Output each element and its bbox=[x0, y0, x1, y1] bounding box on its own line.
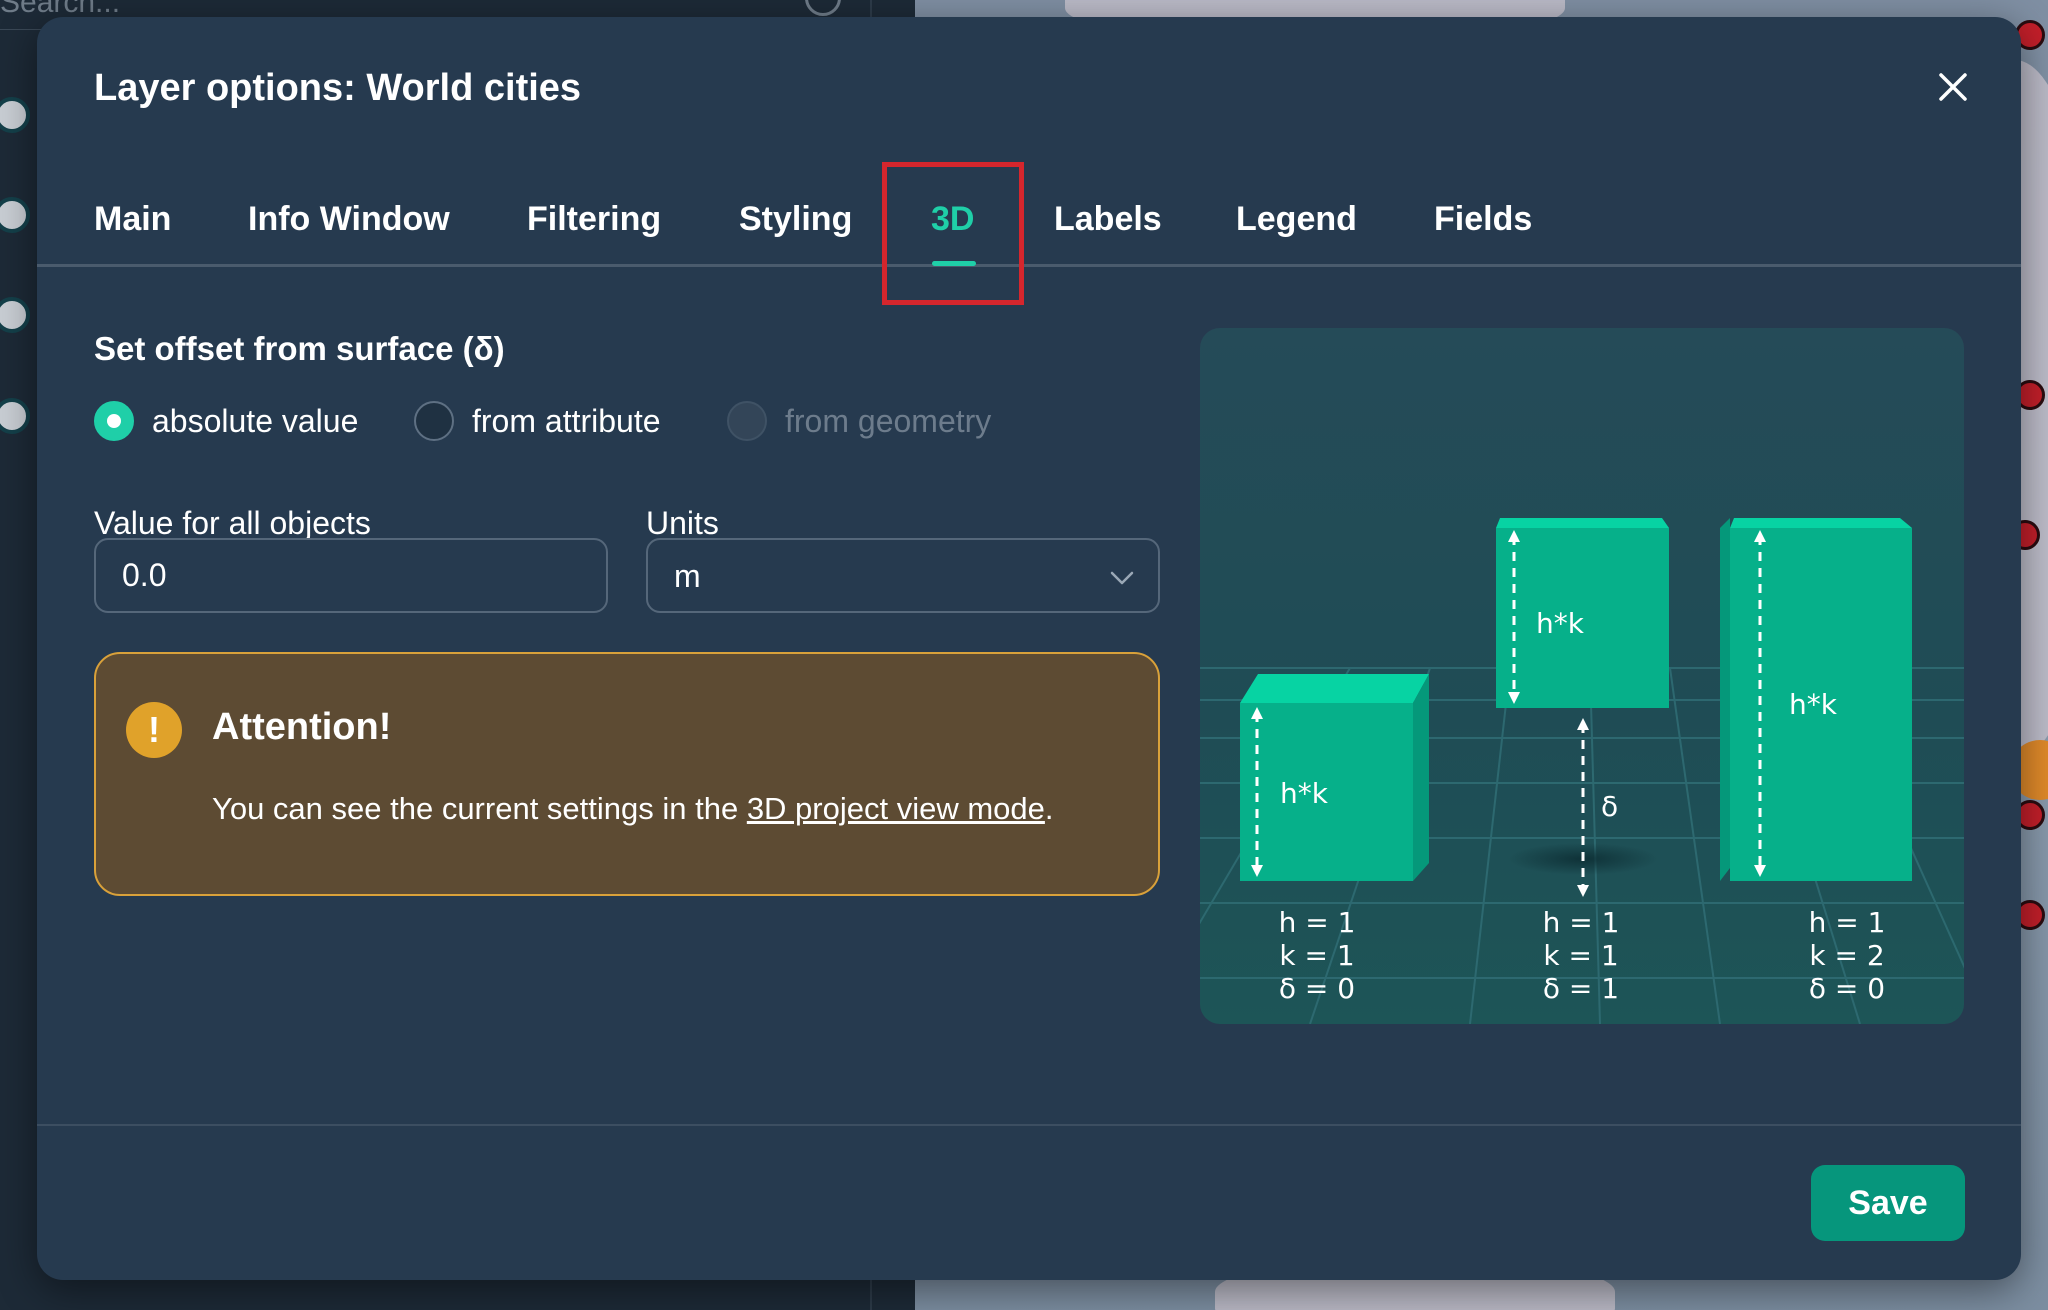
col-1-k: k = 1 bbox=[1279, 939, 1354, 972]
col-2-delta: δ = 1 bbox=[1543, 972, 1619, 1005]
bar-2 bbox=[1496, 518, 1669, 897]
tab-info-window[interactable]: Info Window bbox=[248, 200, 450, 239]
search-icon bbox=[805, 0, 841, 16]
tab-filtering[interactable]: Filtering bbox=[527, 200, 661, 239]
offset-label: δ bbox=[1601, 790, 1618, 823]
chevron-down-icon bbox=[1110, 571, 1134, 585]
attention-alert: ! Attention! You can see the current set… bbox=[94, 652, 1160, 896]
alert-message: You can see the current settings in the … bbox=[212, 782, 1092, 835]
bar-2-label: h*k bbox=[1536, 607, 1585, 640]
radio-label: from geometry bbox=[785, 402, 992, 439]
tab-main[interactable]: Main bbox=[94, 200, 171, 239]
tab-styling[interactable]: Styling bbox=[739, 200, 852, 239]
layer-options-modal: Layer options: World cities Main Info Wi… bbox=[37, 17, 2021, 1280]
bar-1 bbox=[1240, 674, 1429, 881]
radio-absolute-value[interactable]: absolute value bbox=[94, 401, 358, 441]
value-input[interactable] bbox=[94, 538, 608, 613]
col-3-k: k = 2 bbox=[1809, 939, 1884, 972]
alert-title: Attention! bbox=[212, 706, 392, 748]
close-button[interactable] bbox=[1927, 61, 1979, 113]
offset-section-title: Set offset from surface (δ) bbox=[94, 330, 505, 367]
radio-dot bbox=[107, 414, 121, 428]
alert-text-after: . bbox=[1044, 791, 1054, 826]
radio-label: from attribute bbox=[472, 402, 661, 439]
tab-labels[interactable]: Labels bbox=[1054, 200, 1162, 239]
background-toggle bbox=[0, 398, 30, 434]
radio-label: absolute value bbox=[152, 402, 359, 439]
col-2-h: h = 1 bbox=[1543, 906, 1620, 939]
background-toggle bbox=[0, 197, 30, 233]
3d-view-link[interactable]: 3D project view mode bbox=[747, 791, 1045, 826]
tab-legend[interactable]: Legend bbox=[1236, 200, 1357, 239]
radio-button[interactable] bbox=[414, 401, 454, 441]
radio-from-geometry: from geometry bbox=[727, 401, 991, 441]
col-1-delta: δ = 0 bbox=[1279, 972, 1355, 1005]
units-select[interactable]: m bbox=[646, 538, 1160, 613]
highlight-box bbox=[882, 162, 1024, 305]
alert-text-before: You can see the current settings in the bbox=[212, 791, 747, 826]
warning-icon: ! bbox=[126, 702, 182, 758]
3d-diagram: h*k h*k δ h*k h = 1 k = 1 δ = 0 h = 1 k … bbox=[1200, 518, 1964, 1024]
units-select-value: m bbox=[674, 558, 701, 594]
bar-3-label: h*k bbox=[1789, 688, 1838, 721]
background-toggle bbox=[0, 297, 30, 333]
close-icon bbox=[1939, 73, 1967, 101]
bar-1-label: h*k bbox=[1280, 777, 1329, 810]
col-1-h: h = 1 bbox=[1279, 906, 1356, 939]
3d-offset-illustration: h*k h*k δ h*k h = 1 k = 1 δ = 0 h = 1 k … bbox=[1200, 328, 1964, 1024]
modal-title: Layer options: World cities bbox=[94, 67, 582, 109]
units-field-label: Units bbox=[646, 505, 719, 541]
tab-bar: Main Info Window Filtering Styling 3D La… bbox=[37, 162, 2021, 305]
col-3-h: h = 1 bbox=[1809, 906, 1886, 939]
radio-button-disabled bbox=[727, 401, 767, 441]
value-field-label: Value for all objects bbox=[94, 505, 371, 541]
col-3-delta: δ = 0 bbox=[1809, 972, 1885, 1005]
footer-divider bbox=[37, 1124, 2021, 1126]
save-button[interactable]: Save bbox=[1811, 1165, 1965, 1241]
tab-fields[interactable]: Fields bbox=[1434, 200, 1532, 239]
col-2-k: k = 1 bbox=[1543, 939, 1618, 972]
radio-button-checked[interactable] bbox=[94, 401, 134, 441]
background-toggle bbox=[0, 97, 30, 133]
radio-from-attribute[interactable]: from attribute bbox=[414, 401, 661, 441]
